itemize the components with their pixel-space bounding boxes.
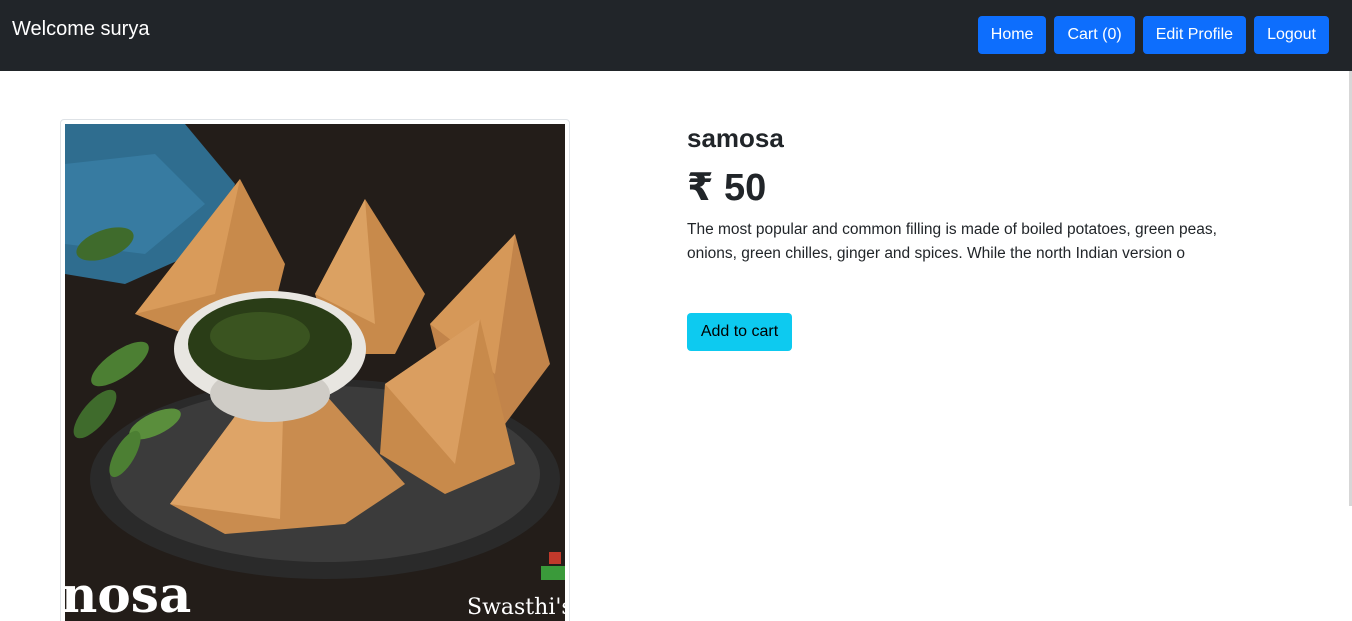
- product-description: The most popular and common filling is m…: [687, 221, 1217, 262]
- image-caption-right: Swasthi's: [467, 595, 565, 620]
- home-button[interactable]: Home: [977, 16, 1047, 54]
- product-image: nosa Swasthi's: [65, 124, 565, 621]
- cart-button[interactable]: Cart (0): [1054, 16, 1135, 54]
- logout-button[interactable]: Logout: [1254, 16, 1329, 54]
- image-caption-left: nosa: [65, 565, 191, 621]
- add-to-cart-button[interactable]: Add to cart: [687, 313, 792, 351]
- product-image-frame: nosa Swasthi's: [60, 119, 570, 621]
- product-name: samosa: [687, 123, 784, 153]
- top-navbar: Welcome surya Home Cart (0) Edit Profile…: [0, 0, 1352, 71]
- product-price: ₹ 50: [687, 167, 767, 209]
- welcome-brand: Welcome surya: [12, 18, 150, 40]
- nav-button-group: Home Cart (0) Edit Profile Logout: [977, 16, 1329, 54]
- edit-profile-button[interactable]: Edit Profile: [1142, 16, 1247, 54]
